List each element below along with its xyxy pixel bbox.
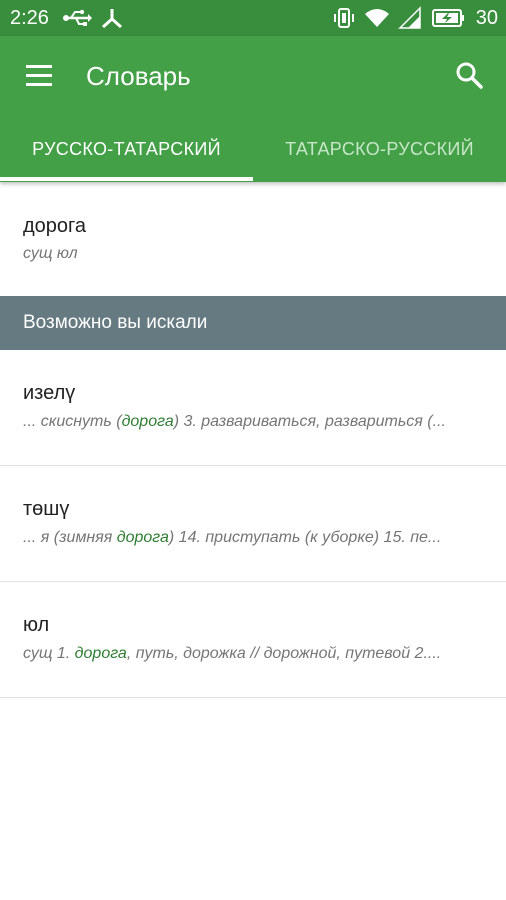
snippet-highlight: дорога	[116, 529, 169, 546]
vibrate-icon	[334, 8, 354, 28]
list-item[interactable]: төшү ... я (зимняя дорога) 14. приступат…	[0, 466, 506, 582]
wifi-icon	[365, 9, 389, 27]
usb-icon	[63, 9, 92, 26]
tab-russian-tatar[interactable]: РУССКО-ТАТАРСКИЙ	[0, 124, 253, 180]
app-bar: Словарь РУССКО-ТАТАРСКИЙ ТАТАРСКО-РУССКИ…	[0, 36, 506, 182]
signal-icon	[398, 6, 421, 29]
share-icon	[102, 9, 122, 29]
suggestions-header-label: Возможно вы искали	[23, 312, 208, 333]
suggestions-header: Возможно вы искали	[0, 296, 506, 350]
menu-button[interactable]	[22, 58, 58, 94]
suggestion-snippet: ... я (зимняя дорога) 14. приступать (к …	[23, 529, 500, 547]
entry-grammar: сущ юл	[23, 245, 78, 262]
status-bar: 2:26 30	[0, 0, 506, 36]
search-button[interactable]	[452, 58, 488, 94]
search-icon	[456, 62, 483, 89]
menu-icon	[26, 65, 52, 86]
content: дорога сущ юл Возможно вы искали изелү .…	[0, 182, 506, 698]
suggestion-snippet: сущ 1. дорога, путь, дорожка // дорожной…	[23, 645, 500, 663]
dictionary-entry[interactable]: дорога сущ юл	[0, 182, 506, 296]
snippet-highlight: дорога	[121, 413, 174, 430]
suggestion-word: төшү	[23, 498, 70, 520]
snippet-text: ... я (зимняя	[23, 529, 117, 546]
app-title: Словарь	[86, 61, 191, 91]
snippet-text: , путь, дорожка // дорожной, путевой 2..…	[126, 645, 442, 662]
snippet-highlight: дорога	[74, 645, 127, 662]
suggestion-word: изелү	[23, 382, 76, 404]
tab-tatar-russian[interactable]: ТАТАРСКО-РУССКИЙ	[253, 124, 506, 180]
battery-charging-icon	[432, 9, 464, 27]
list-item[interactable]: юл сущ 1. дорога, путь, дорожка // дорож…	[0, 582, 506, 698]
snippet-text: ) 3. развариваться, развариться (...	[173, 413, 446, 430]
battery-percent: 30	[475, 7, 498, 29]
suggestion-snippet: ... скиснуть (дорога) 3. развариваться, …	[23, 413, 500, 431]
snippet-text: ... скиснуть (	[23, 413, 122, 430]
snippet-text: сущ 1.	[23, 645, 75, 662]
snippet-text: ) 14. приступать (к уборке) 15. пе...	[168, 529, 442, 546]
suggestion-word: юл	[23, 614, 50, 636]
entry-word: дорога	[23, 215, 87, 237]
tab-indicator	[0, 177, 253, 181]
status-time: 2:26	[10, 7, 49, 29]
list-item[interactable]: изелү ... скиснуть (дорога) 3. разварива…	[0, 350, 506, 466]
